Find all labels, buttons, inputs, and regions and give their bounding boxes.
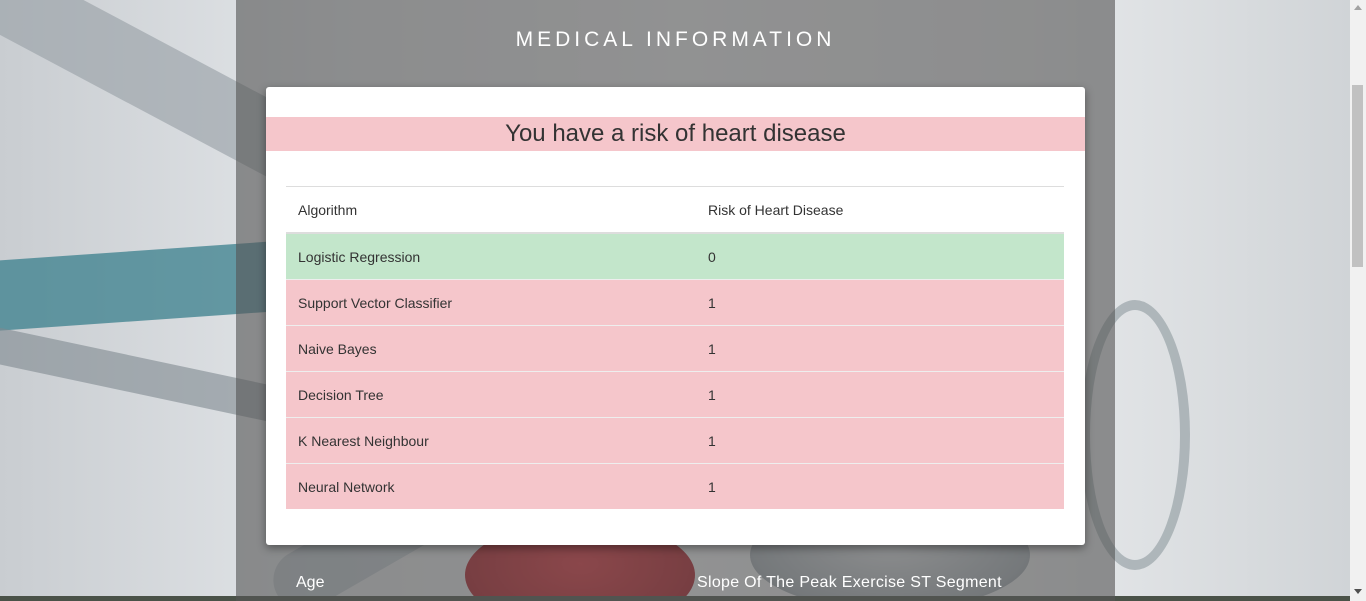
- header-risk: Risk of Heart Disease: [696, 186, 1064, 234]
- scrollbar-thumb[interactable]: [1352, 85, 1363, 267]
- slope-label: Slope Of The Peak Exercise ST Segment: [697, 574, 1002, 591]
- risk-cell: 1: [696, 325, 1064, 372]
- algorithm-cell: Naive Bayes: [286, 325, 696, 372]
- algorithm-cell: Decision Tree: [286, 371, 696, 418]
- table-row: K Nearest Neighbour 1: [286, 417, 1064, 464]
- result-modal: You have a risk of heart disease Algorit…: [266, 87, 1085, 545]
- risk-cell: 1: [696, 371, 1064, 418]
- table-row: Neural Network 1: [286, 463, 1064, 509]
- risk-cell: 1: [696, 417, 1064, 464]
- algorithm-cell: Logistic Regression: [286, 232, 696, 280]
- algorithm-cell: K Nearest Neighbour: [286, 417, 696, 464]
- algorithm-cell: Neural Network: [286, 463, 696, 509]
- table-row: Support Vector Classifier 1: [286, 279, 1064, 326]
- risk-cell: 1: [696, 279, 1064, 326]
- table-row: Naive Bayes 1: [286, 325, 1064, 372]
- header-algorithm: Algorithm: [286, 186, 696, 234]
- page-title: MEDICAL INFORMATION: [515, 28, 836, 51]
- table-row: Decision Tree 1: [286, 371, 1064, 418]
- table-row: Logistic Regression 0: [286, 232, 1064, 280]
- table-header-row: Algorithm Risk of Heart Disease: [286, 186, 1064, 234]
- scroll-down-icon[interactable]: [1354, 589, 1362, 594]
- age-label: Age: [296, 574, 325, 591]
- algorithm-cell: Support Vector Classifier: [286, 279, 696, 326]
- scroll-up-icon[interactable]: [1354, 5, 1362, 10]
- page-scrollbar[interactable]: [1350, 0, 1366, 601]
- results-table: Algorithm Risk of Heart Disease Logistic…: [286, 186, 1064, 509]
- risk-cell: 0: [696, 232, 1064, 280]
- risk-alert: You have a risk of heart disease: [266, 117, 1085, 151]
- risk-cell: 1: [696, 463, 1064, 509]
